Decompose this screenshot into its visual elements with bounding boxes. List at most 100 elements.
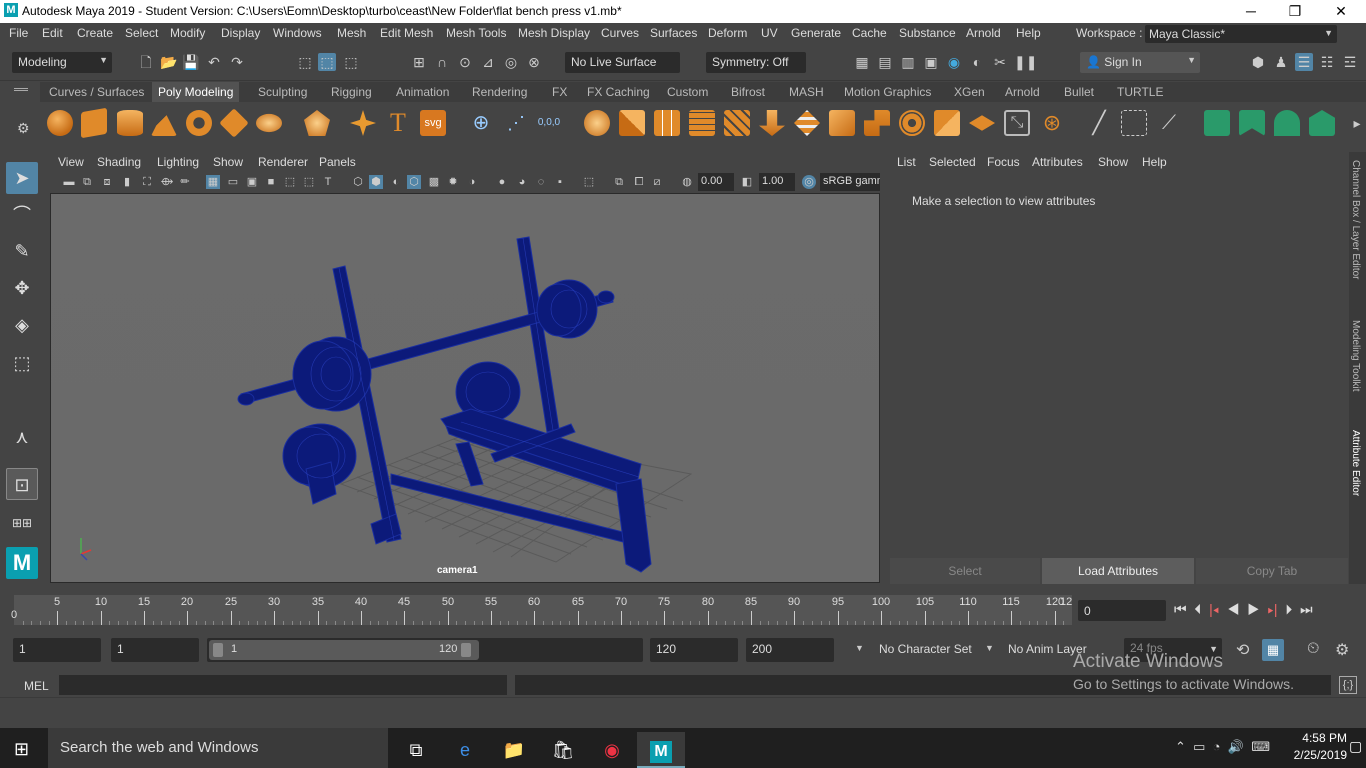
step-forward-key-icon[interactable]: ▸| xyxy=(1268,601,1278,617)
snap-point-icon[interactable]: ⊙ xyxy=(456,53,474,71)
range-start-handle[interactable] xyxy=(213,643,223,657)
render-sequence-icon[interactable]: ✂ xyxy=(991,53,1009,71)
range-slider-track[interactable]: 1 120 xyxy=(207,638,643,662)
tab-poly-modeling[interactable]: Poly Modeling xyxy=(152,82,240,102)
insert-edge-loop-icon[interactable] xyxy=(829,110,855,136)
range-slider-bar[interactable]: 1 120 xyxy=(209,640,479,660)
tab-channel-box[interactable]: Channel Box / Layer Editor xyxy=(1350,160,1361,280)
color-management-icon[interactable]: ◎ xyxy=(802,175,816,189)
single-view-layout-icon[interactable]: ⊡ xyxy=(6,468,38,500)
mirror-icon[interactable] xyxy=(654,110,680,136)
store-icon[interactable]: 🛍 xyxy=(539,732,587,768)
deform-lattice-icon[interactable] xyxy=(1309,110,1335,136)
render-region-icon[interactable]: ◐ xyxy=(968,53,986,71)
modeling-toolkit-icon[interactable]: ⬢ xyxy=(1249,53,1267,71)
task-view-icon[interactable]: ⧉ xyxy=(392,732,440,768)
viewport-menu-panels[interactable]: Panels xyxy=(319,155,356,169)
chrome-icon[interactable]: ◉ xyxy=(588,732,636,768)
menu-generate[interactable]: Generate xyxy=(791,26,841,40)
bookmark-icon[interactable]: ⧈ xyxy=(100,175,114,189)
character-set-dropdown[interactable]: No Character Set xyxy=(873,638,973,662)
menu-deform[interactable]: Deform xyxy=(708,26,747,40)
default-material-icon[interactable]: ◐ xyxy=(389,175,403,189)
edge-icon[interactable]: e xyxy=(441,732,489,768)
network-icon[interactable]: ▭ xyxy=(1193,739,1205,754)
film-gate-icon[interactable]: ▭ xyxy=(226,175,240,189)
multi-cut-icon[interactable] xyxy=(864,110,890,136)
paint-select-tool-icon[interactable]: ✎ xyxy=(6,235,38,267)
shadows-icon[interactable]: ◑ xyxy=(465,175,479,189)
undo-icon[interactable]: ↶ xyxy=(205,53,223,71)
menu-mesh[interactable]: Mesh xyxy=(337,26,366,40)
menu-surfaces[interactable]: Surfaces xyxy=(650,26,697,40)
shelf-scroll-icon[interactable]: ▸ xyxy=(1344,110,1366,136)
go-to-start-icon[interactable]: ⏮ xyxy=(1174,601,1187,617)
viewport-menu-lighting[interactable]: Lighting xyxy=(157,155,199,169)
ambient-occlusion-icon[interactable]: ● xyxy=(495,175,509,189)
tab-turtle[interactable]: TURTLE xyxy=(1117,85,1163,99)
maya-taskbar-icon[interactable]: M xyxy=(637,732,685,768)
anti-aliasing-icon[interactable]: ◌ xyxy=(534,175,548,189)
smooth-shade-icon[interactable]: ⬢ xyxy=(369,175,383,189)
target-weld-icon[interactable] xyxy=(899,110,925,136)
isolate-select-icon[interactable]: ⬚ xyxy=(582,175,596,189)
poly-cylinder-icon[interactable] xyxy=(117,110,143,136)
select-component-icon[interactable]: ⬚ xyxy=(342,53,360,71)
ae-menu-attributes[interactable]: Attributes xyxy=(1032,155,1083,169)
tab-animation[interactable]: Animation xyxy=(396,85,449,99)
playback-end-field[interactable]: 120 xyxy=(650,638,738,662)
range-end-handle[interactable] xyxy=(461,643,471,657)
connect-icon[interactable] xyxy=(934,110,960,136)
uv-editor-icon[interactable]: ⤡ xyxy=(1004,110,1030,136)
menu-file[interactable]: File xyxy=(9,26,28,40)
poly-disc-icon[interactable] xyxy=(256,113,282,133)
live-surface-field[interactable]: No Live Surface xyxy=(565,52,680,73)
svg-icon[interactable]: svg xyxy=(420,110,446,136)
menu-select[interactable]: Select xyxy=(125,26,158,40)
animation-end-field[interactable]: 200 xyxy=(746,638,834,662)
bevel-icon[interactable] xyxy=(794,110,820,136)
character-controls-icon[interactable]: ♟ xyxy=(1272,53,1290,71)
viewport-menu-renderer[interactable]: Renderer xyxy=(258,155,308,169)
ae-menu-focus[interactable]: Focus xyxy=(987,155,1020,169)
exposure-icon[interactable]: ◍ xyxy=(680,175,694,189)
step-back-icon[interactable]: ⏴ xyxy=(1194,601,1201,617)
snap-align-icon[interactable]: ⋰ xyxy=(503,110,529,136)
file-explorer-icon[interactable]: 📁 xyxy=(490,732,538,768)
snap-curve-icon[interactable]: ∩ xyxy=(433,53,451,71)
extrude-icon[interactable] xyxy=(724,110,750,136)
maximize-button[interactable]: ❐ xyxy=(1272,0,1318,23)
last-tool-icon[interactable]: ⋏ xyxy=(6,421,38,453)
menu-create[interactable]: Create xyxy=(77,26,113,40)
grease-pencil-icon[interactable]: ✏ xyxy=(178,175,192,189)
deform-bend-icon[interactable] xyxy=(1239,110,1265,136)
measure-tool-icon[interactable]: ⊕ xyxy=(468,110,494,136)
tab-curves-surfaces[interactable]: Curves / Surfaces xyxy=(49,85,144,99)
tab-fx-caching[interactable]: FX Caching xyxy=(587,85,650,99)
wireframe-icon[interactable]: ⬡ xyxy=(351,175,365,189)
ae-menu-show[interactable]: Show xyxy=(1098,155,1128,169)
select-hierarchy-icon[interactable]: ⬚ xyxy=(296,53,314,71)
mel-label[interactable]: MEL xyxy=(24,679,49,693)
menu-uv[interactable]: UV xyxy=(761,26,778,40)
camera-select-icon[interactable]: ▬ xyxy=(62,175,76,189)
deform-cube-icon[interactable] xyxy=(1204,110,1230,136)
shelf-menu-handle-icon[interactable] xyxy=(14,88,28,91)
keyboard-icon[interactable]: ⌨ xyxy=(1251,739,1270,754)
viewport-menu-shading[interactable]: Shading xyxy=(97,155,141,169)
menu-curves[interactable]: Curves xyxy=(601,26,639,40)
open-scene-icon[interactable]: 📂 xyxy=(160,53,178,71)
menu-mesh-display[interactable]: Mesh Display xyxy=(518,26,590,40)
poly-plane-icon[interactable] xyxy=(219,108,249,138)
step-back-key-icon[interactable]: |◂ xyxy=(1209,601,1219,617)
tab-rigging[interactable]: Rigging xyxy=(331,85,372,99)
motion-blur-icon[interactable]: ◕ xyxy=(515,175,529,189)
chevron-down-icon[interactable]: ▼ xyxy=(985,643,994,653)
tab-xgen[interactable]: XGen xyxy=(954,85,985,99)
poly-cone-icon[interactable] xyxy=(151,110,177,136)
rotate-tool-icon[interactable]: ◈ xyxy=(6,309,38,341)
menu-arnold[interactable]: Arnold xyxy=(966,26,1001,40)
bounding-box-icon[interactable] xyxy=(1121,110,1147,136)
xyz-coordinates-icon[interactable]: 0,0,0 xyxy=(536,110,562,136)
menu-mesh-tools[interactable]: Mesh Tools xyxy=(446,26,506,40)
